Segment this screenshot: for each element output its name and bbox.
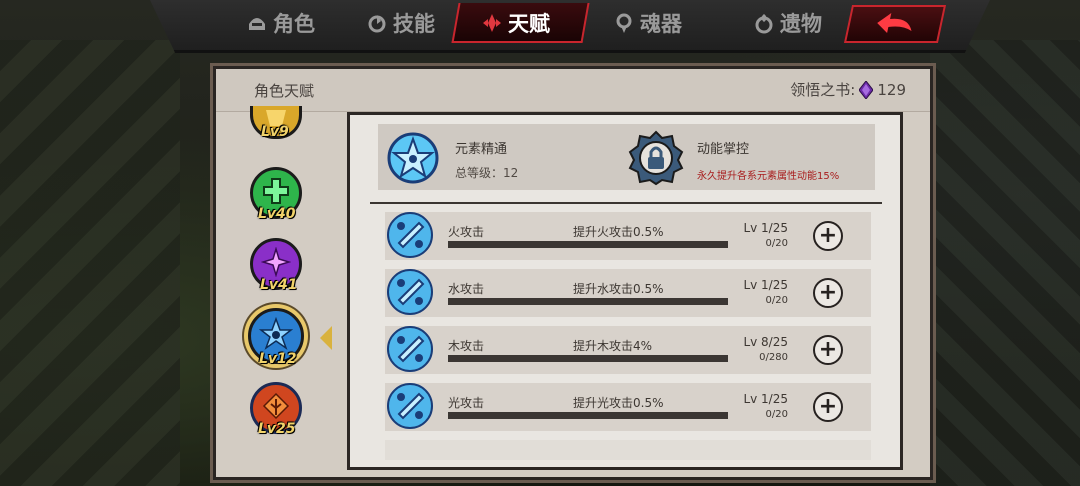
kinetic-control-desc: 永久提升各系元素属性动能15%: [697, 171, 840, 182]
character-avatar-4-selected[interactable]: Lv12: [248, 308, 304, 367]
background-scenery-left: [0, 40, 180, 486]
talent-row-light: 光攻击 提升光攻击0.5% Lv 1/25 0/20 +: [385, 383, 871, 431]
character-level: Lv40: [258, 206, 296, 222]
tab-skills[interactable]: 技能: [365, 6, 435, 40]
green-cross-icon: [261, 176, 291, 210]
tab-relic[interactable]: 遗物: [752, 6, 822, 40]
talent-name: 木攻击: [448, 339, 485, 353]
upgrade-plus-button[interactable]: +: [813, 221, 843, 251]
character-level: Lv41: [260, 277, 298, 293]
talent-progress-bar: [448, 355, 728, 362]
purple-gem-icon: [858, 79, 874, 100]
upgrade-plus-button[interactable]: +: [813, 278, 843, 308]
panel-title: 角色天赋: [254, 82, 315, 100]
talent-scroll-icon: [385, 324, 435, 374]
talent-effect: 提升火攻击0.5%: [573, 225, 664, 239]
talent-row-fire: 火攻击 提升火攻击0.5% Lv 1/25 0/20 +: [385, 212, 871, 260]
tab-label: 角色: [273, 12, 315, 36]
mastery-name: 元素精通: [455, 142, 508, 157]
character-avatar-3[interactable]: Lv41: [250, 238, 302, 293]
tab-label: 魂器: [640, 12, 682, 36]
helmet-icon: [245, 11, 269, 35]
character-avatar-5[interactable]: Lv25: [250, 382, 302, 437]
talent-effect: 提升光攻击0.5%: [573, 396, 664, 410]
character-avatar-2[interactable]: Lv40: [250, 167, 302, 222]
red-tree-icon: [261, 391, 291, 425]
talent-exp: 0/20: [765, 409, 788, 420]
talent-scroll-icon: [385, 267, 435, 317]
talent-exp: 0/20: [765, 295, 788, 306]
character-level: Lv9: [261, 124, 289, 140]
tab-label: 技能: [393, 12, 435, 36]
talent-scroll-icon: [385, 381, 435, 431]
section-divider: [370, 202, 882, 204]
talent-level: Lv 1/25: [743, 221, 788, 235]
talent-level: Lv 1/25: [743, 392, 788, 406]
element-mastery-icon: [386, 131, 440, 189]
tab-soul-vessel[interactable]: 魂器: [612, 6, 682, 40]
blue-star-icon: [258, 316, 294, 355]
character-level: Lv25: [258, 421, 296, 437]
purple-star-icon: [260, 246, 292, 281]
character-level: Lv12: [259, 351, 297, 367]
kinetic-control-name: 动能掌控: [697, 142, 750, 157]
talent-name: 水攻击: [448, 282, 485, 296]
talent-effect: 提升木攻击4%: [573, 339, 653, 353]
talent-name: 光攻击: [448, 396, 485, 410]
talent-exp: 0/20: [765, 238, 788, 249]
talent-progress-bar: [448, 412, 728, 419]
talent-name: 火攻击: [448, 225, 485, 239]
talent-effect: 提升水攻击0.5%: [573, 282, 664, 296]
lock-icon: [628, 130, 684, 190]
talent-level: Lv 1/25: [743, 278, 788, 292]
tab-character[interactable]: 角色: [245, 6, 315, 40]
panel-header: 角色天赋 领悟之书: 129: [216, 69, 930, 112]
talent-level: Lv 8/25: [743, 335, 788, 349]
back-arrow-icon: [870, 9, 920, 39]
back-button[interactable]: [843, 5, 947, 43]
talent-row-wood: 木攻击 提升木攻击4% Lv 8/25 0/280 +: [385, 326, 871, 374]
book-label: 领悟之书:: [790, 81, 856, 99]
talent-row-partial: [385, 440, 871, 460]
book-count: 129: [877, 80, 906, 99]
talent-row-water: 水攻击 提升水攻击0.5% Lv 1/25 0/20 +: [385, 269, 871, 317]
talent-icon: [480, 11, 504, 35]
relic-icon: [752, 11, 776, 35]
talent-progress-bar: [448, 241, 728, 248]
insight-book-counter: 领悟之书: 129: [790, 79, 906, 100]
selection-pointer-icon: [320, 326, 332, 350]
background-scenery-right: [930, 40, 1080, 486]
tab-label: 天赋: [508, 12, 550, 36]
talent-exp: 0/280: [759, 352, 788, 363]
soul-vessel-icon: [612, 11, 636, 35]
talent-progress-bar: [448, 298, 728, 305]
talent-scroll-icon: [385, 210, 435, 260]
upgrade-plus-button[interactable]: +: [813, 335, 843, 365]
skill-icon: [365, 11, 389, 35]
mastery-total-level: 总等级：12: [455, 166, 519, 180]
tab-talent[interactable]: 天赋: [480, 6, 550, 40]
upgrade-plus-button[interactable]: +: [813, 392, 843, 422]
tab-label: 遗物: [780, 12, 822, 36]
